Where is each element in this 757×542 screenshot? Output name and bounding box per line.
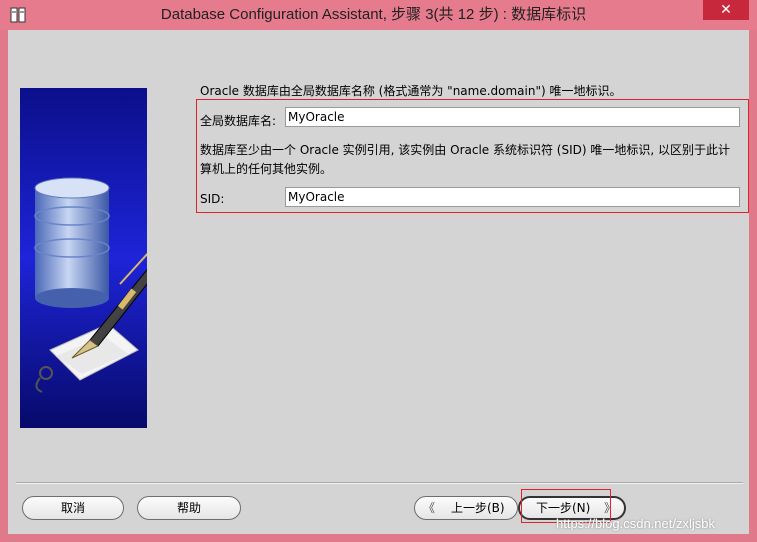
help-button[interactable]: 帮助 [137,496,241,520]
cancel-button[interactable]: 取消 [22,496,124,520]
back-arrow-icon: 《 [423,501,436,515]
database-banner-image [20,88,147,428]
sid-description: 数据库至少由一个 Oracle 实例引用, 该实例由 Oracle 系统标识符 … [200,143,731,176]
dialog-body: Oracle 数据库由全局数据库名称 (格式通常为 "name.domain")… [8,30,749,534]
footer-separator [16,482,743,484]
global-db-name-label: 全局数据库名: [200,114,277,128]
back-button[interactable]: 《 上一步(B) [414,496,518,520]
window-title: Database Configuration Assistant, 步骤 3(共… [160,6,587,23]
global-db-name-input[interactable] [285,107,740,127]
close-button[interactable]: ✕ [703,0,749,20]
sid-input[interactable] [285,187,740,207]
sid-label: SID: [200,192,225,206]
back-button-label: 上一步(B) [451,501,505,515]
intro-text: Oracle 数据库由全局数据库名称 (格式通常为 "name.domain")… [200,84,622,98]
watermark-text: https://blog.csdn.net/zxljsbk [556,516,715,531]
title-bar[interactable]: Database Configuration Assistant, 步骤 3(共… [0,0,757,30]
